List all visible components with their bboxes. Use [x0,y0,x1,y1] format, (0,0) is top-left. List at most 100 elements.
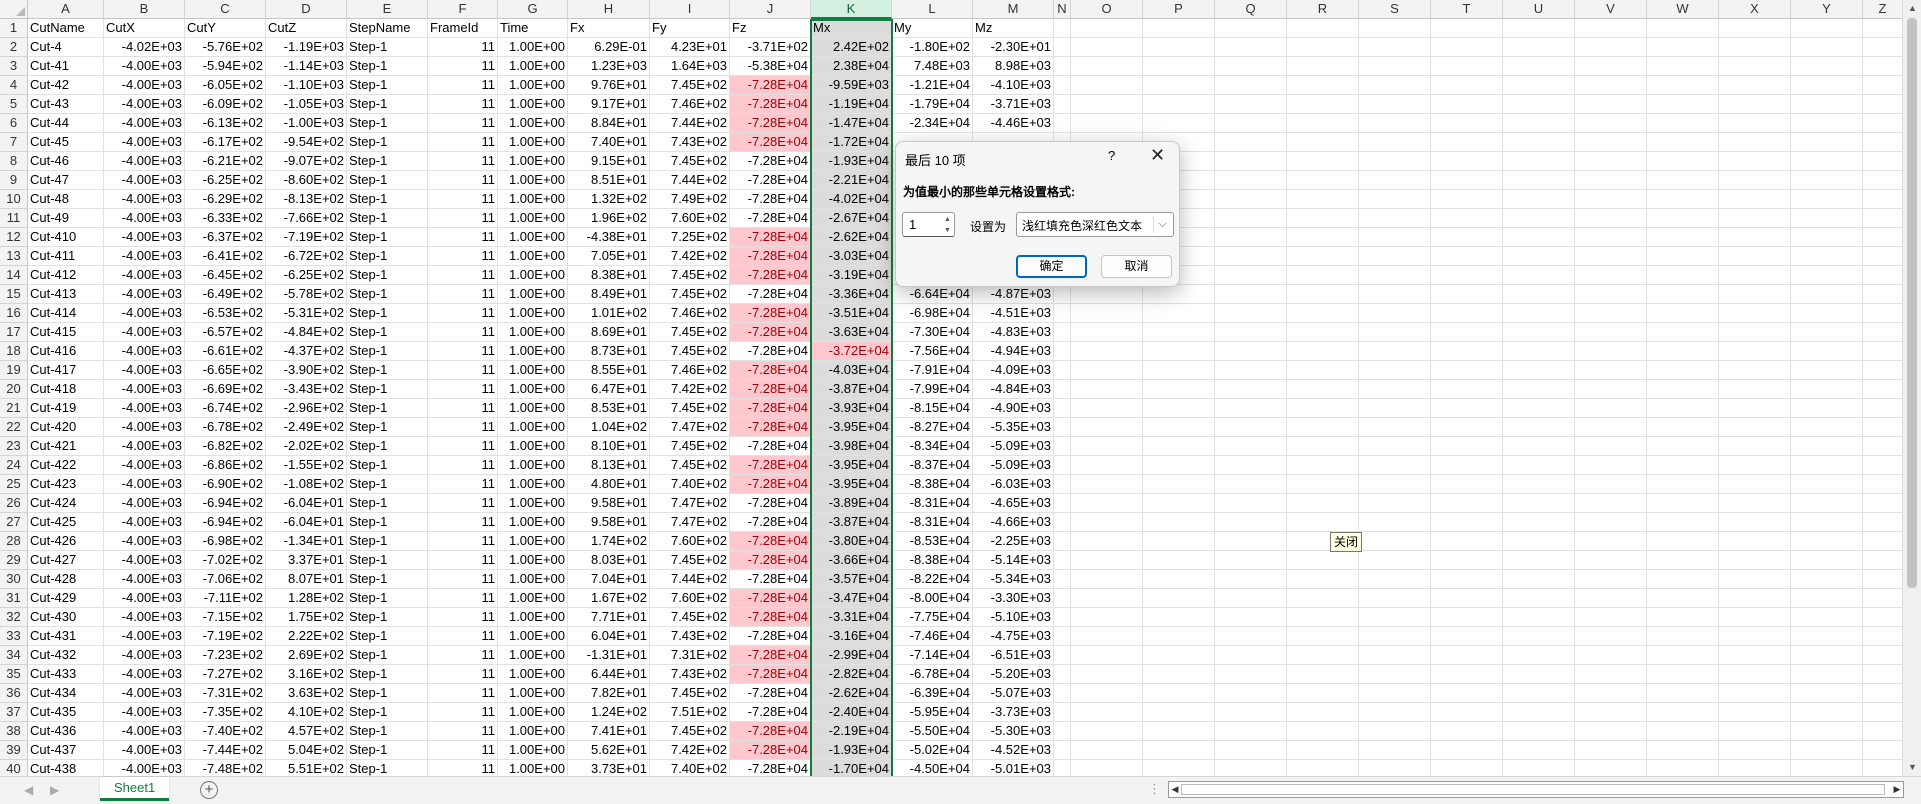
empty-cell[interactable] [1287,304,1359,323]
empty-cell[interactable] [1503,532,1575,551]
empty-cell[interactable] [1143,684,1215,703]
empty-cell[interactable] [1647,285,1719,304]
table-cell[interactable]: -4.00E+03 [104,608,185,627]
empty-cell[interactable] [1575,209,1647,228]
empty-cell[interactable] [1647,513,1719,532]
empty-cell[interactable] [1575,456,1647,475]
empty-cell[interactable] [1575,57,1647,76]
empty-cell[interactable] [1215,361,1287,380]
column-header-m[interactable]: M [973,0,1054,19]
table-cell[interactable]: 4.23E+01 [650,38,730,57]
empty-cell[interactable] [1071,475,1143,494]
table-cell[interactable]: -4.50E+04 [892,760,973,776]
table-cell[interactable]: -6.41E+02 [185,247,266,266]
row-header-32[interactable]: 32 [0,608,28,627]
table-cell[interactable]: 2.42E+02 [811,38,892,57]
empty-cell[interactable] [1143,570,1215,589]
table-cell[interactable]: -3.47E+04 [811,589,892,608]
table-cell[interactable]: 3.63E+02 [266,684,347,703]
table-cell[interactable]: 7.47E+02 [650,418,730,437]
table-cell[interactable]: -4.00E+03 [104,589,185,608]
empty-cell[interactable] [1791,399,1863,418]
empty-cell[interactable] [1431,722,1503,741]
empty-cell[interactable] [1575,684,1647,703]
table-cell[interactable]: Step-1 [347,361,428,380]
table-cell[interactable]: 9.76E+01 [568,76,650,95]
table-cell[interactable]: -6.03E+03 [973,475,1054,494]
table-cell[interactable]: 1.00E+00 [498,741,568,760]
empty-cell[interactable] [1575,114,1647,133]
table-cell[interactable]: 7.45E+02 [650,456,730,475]
table-cell[interactable]: Cut-427 [28,551,104,570]
empty-cell[interactable] [1359,38,1431,57]
empty-cell[interactable] [1575,551,1647,570]
table-cell[interactable]: -2.49E+02 [266,418,347,437]
empty-cell[interactable] [1647,57,1719,76]
column-title-mx[interactable]: Mx [811,19,892,38]
table-cell[interactable]: -6.04E+01 [266,494,347,513]
empty-cell[interactable] [1215,304,1287,323]
close-icon[interactable]: ✕ [1150,145,1165,166]
empty-cell[interactable] [1647,209,1719,228]
table-cell[interactable]: -1.14E+03 [266,57,347,76]
column-header-f[interactable]: F [428,0,498,19]
table-cell[interactable]: -3.90E+02 [266,361,347,380]
empty-cell[interactable] [1503,760,1575,776]
table-cell[interactable]: 7.45E+02 [650,152,730,171]
table-cell[interactable]: 8.51E+01 [568,171,650,190]
table-cell[interactable]: Cut-413 [28,285,104,304]
table-cell[interactable]: 7.51E+02 [650,703,730,722]
empty-cell[interactable] [1215,627,1287,646]
empty-cell[interactable] [1863,399,1902,418]
table-cell[interactable]: -3.87E+04 [811,380,892,399]
spreadsheet-grid[interactable]: A B C D E F G H I J K L M N O P Q R S T U V W X Y Z 1 2 3 4 5 6 7 8 9 10 11 1… [0,0,1902,776]
table-cell[interactable]: 7.60E+02 [650,209,730,228]
empty-cell[interactable] [1431,209,1503,228]
table-cell[interactable]: 11 [428,684,498,703]
empty-cell[interactable] [1071,570,1143,589]
empty-cell[interactable] [1143,399,1215,418]
empty-cell[interactable] [1719,570,1791,589]
table-cell[interactable]: -6.74E+02 [185,399,266,418]
empty-cell[interactable] [1287,760,1359,776]
column-title-mz[interactable]: Mz [973,19,1054,38]
table-cell[interactable]: -4.00E+03 [104,684,185,703]
table-cell[interactable]: Step-1 [347,285,428,304]
empty-cell[interactable] [1431,665,1503,684]
empty-cell[interactable] [1719,437,1791,456]
empty-cell[interactable] [1503,95,1575,114]
empty-cell[interactable] [1359,494,1431,513]
empty-cell[interactable] [1215,722,1287,741]
empty-cell[interactable] [1071,722,1143,741]
table-cell[interactable]: Step-1 [347,760,428,776]
empty-cell[interactable] [1431,38,1503,57]
empty-cell[interactable] [1503,323,1575,342]
table-cell[interactable]: -4.00E+03 [104,190,185,209]
table-cell[interactable]: -7.28E+04 [730,95,811,114]
more-options-icon[interactable]: ⋮ [1148,781,1161,797]
empty-cell[interactable] [1719,285,1791,304]
table-cell[interactable]: -4.02E+04 [811,190,892,209]
table-cell[interactable]: 1.00E+00 [498,627,568,646]
empty-cell[interactable] [1863,228,1902,247]
empty-cell[interactable] [1054,57,1071,76]
empty-cell[interactable] [1431,494,1503,513]
empty-cell[interactable] [1287,456,1359,475]
table-cell[interactable]: -3.36E+04 [811,285,892,304]
table-cell[interactable]: -4.00E+03 [104,418,185,437]
empty-cell[interactable] [1647,570,1719,589]
table-cell[interactable]: Cut-437 [28,741,104,760]
empty-cell[interactable] [1287,76,1359,95]
empty-cell[interactable] [1071,323,1143,342]
empty-cell[interactable] [1791,133,1863,152]
empty-cell[interactable] [1503,418,1575,437]
empty-cell[interactable] [1791,760,1863,776]
table-cell[interactable]: -6.61E+02 [185,342,266,361]
empty-cell[interactable] [1071,399,1143,418]
table-cell[interactable]: 7.46E+02 [650,95,730,114]
table-cell[interactable]: Step-1 [347,380,428,399]
empty-cell[interactable] [1359,266,1431,285]
table-cell[interactable]: -6.82E+02 [185,437,266,456]
table-cell[interactable]: 7.49E+02 [650,190,730,209]
table-cell[interactable]: -4.00E+03 [104,342,185,361]
